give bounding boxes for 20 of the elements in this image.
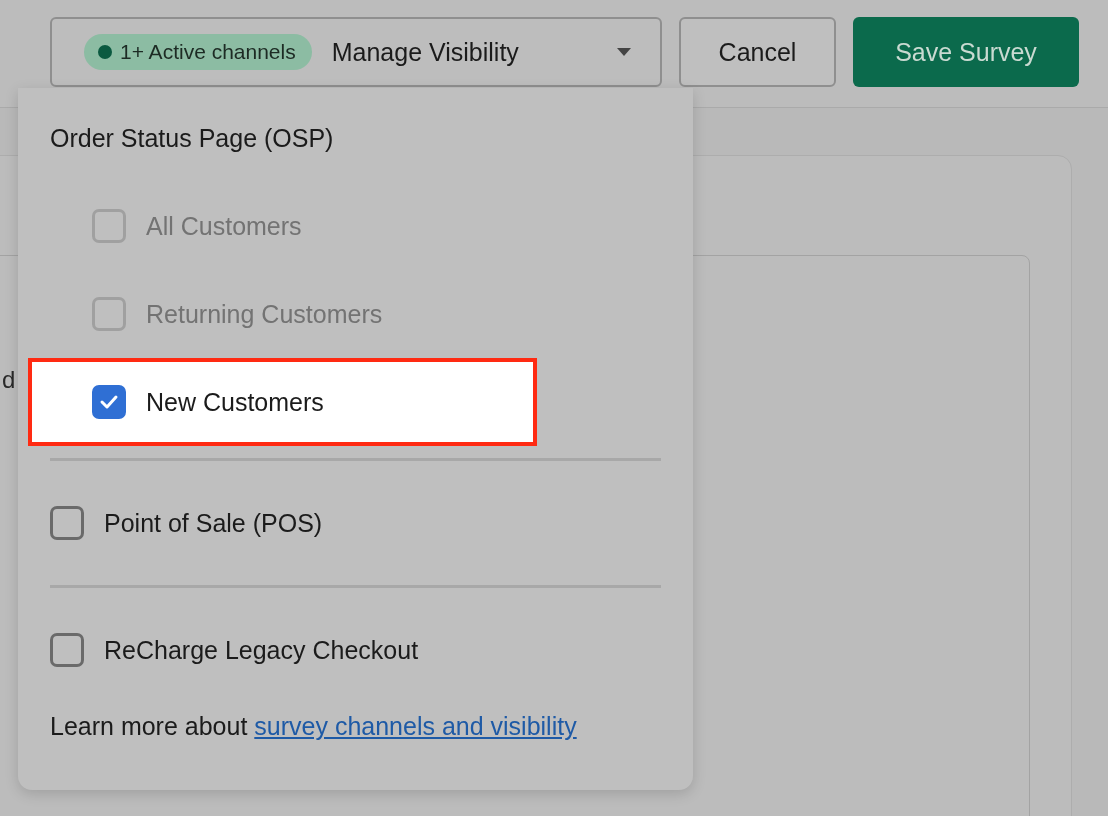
highlighted-option-row[interactable]: New Customers	[28, 358, 537, 446]
checkbox[interactable]	[50, 506, 84, 540]
option-label: Returning Customers	[146, 299, 383, 329]
option-label: ReCharge Legacy Checkout	[104, 635, 419, 665]
background-text: d	[2, 366, 16, 393]
cancel-button[interactable]: Cancel	[679, 17, 836, 87]
channels-visibility-link[interactable]: survey channels and visibility	[254, 712, 577, 740]
save-button[interactable]: Save Survey	[853, 17, 1079, 87]
caret-icon	[616, 47, 632, 57]
option-label: All Customers	[146, 211, 302, 241]
option-label: Point of Sale (POS)	[104, 508, 323, 538]
checkbox[interactable]	[92, 385, 126, 419]
manage-visibility-dropdown[interactable]: 1+ Active channels Manage Visibility	[50, 17, 662, 87]
learn-more-text: Learn more about survey channels and visibility	[50, 712, 578, 741]
active-channels-badge: 1+ Active channels	[84, 34, 312, 70]
option-label: New Customers	[146, 387, 324, 417]
manage-visibility-label: Manage Visibility	[331, 37, 519, 67]
checkmark-icon	[99, 394, 119, 410]
checkbox[interactable]	[50, 633, 84, 667]
section-title: Order Status Page (OSP)	[50, 124, 335, 154]
